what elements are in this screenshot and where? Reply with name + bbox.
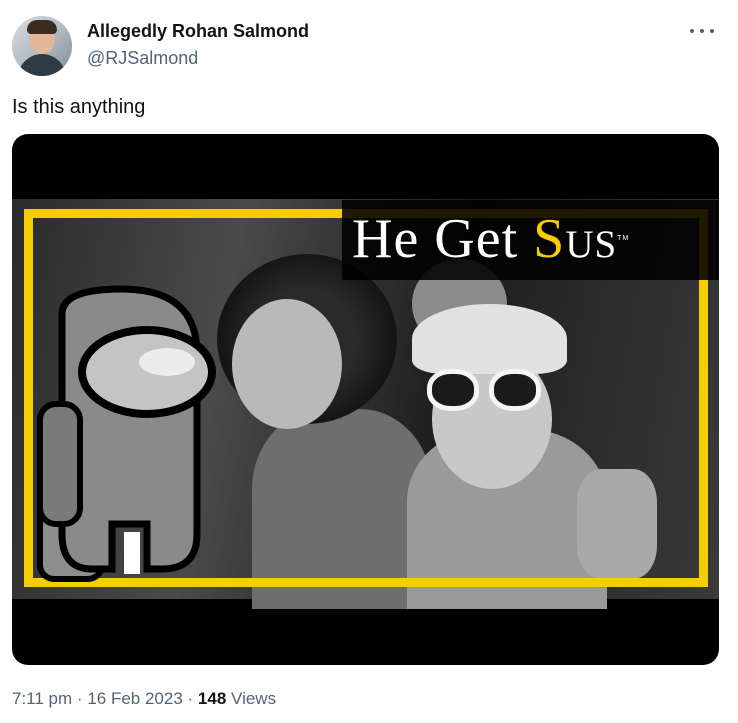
more-dot: [690, 29, 694, 33]
more-options-icon[interactable]: [690, 26, 714, 36]
title-prefix: He Get: [352, 208, 534, 270]
tweet-header: Allegedly Rohan Salmond @RJSalmond: [12, 14, 726, 78]
meta-separator: ·: [187, 689, 194, 708]
title-rest: us: [565, 208, 618, 270]
more-dot: [700, 29, 704, 33]
meta-separator: ·: [76, 689, 83, 708]
tweet-meta: 7:11 pm · 16 Feb 2023 · 148 Views: [12, 688, 276, 710]
more-dot: [710, 29, 714, 33]
views-count: 148: [197, 689, 227, 708]
tweet-media-image[interactable]: He Get SusTM: [12, 134, 719, 665]
author-display-name[interactable]: Allegedly Rohan Salmond: [87, 20, 309, 42]
author-names: Allegedly Rohan Salmond @RJSalmond: [87, 20, 309, 69]
author-avatar[interactable]: [12, 16, 72, 76]
media-title: He Get SusTM: [352, 204, 629, 274]
author-handle[interactable]: @RJSalmond: [87, 47, 309, 69]
tweet-text: Is this anything: [12, 96, 146, 118]
tweet-time[interactable]: 7:11 pm: [12, 689, 72, 708]
views-label: Views: [231, 689, 277, 708]
tweet-date[interactable]: 16 Feb 2023: [87, 689, 182, 708]
crewmate-icon: [37, 285, 216, 582]
trademark: TM: [617, 235, 630, 242]
avatar-hair: [27, 20, 57, 34]
title-s: S: [533, 208, 566, 270]
